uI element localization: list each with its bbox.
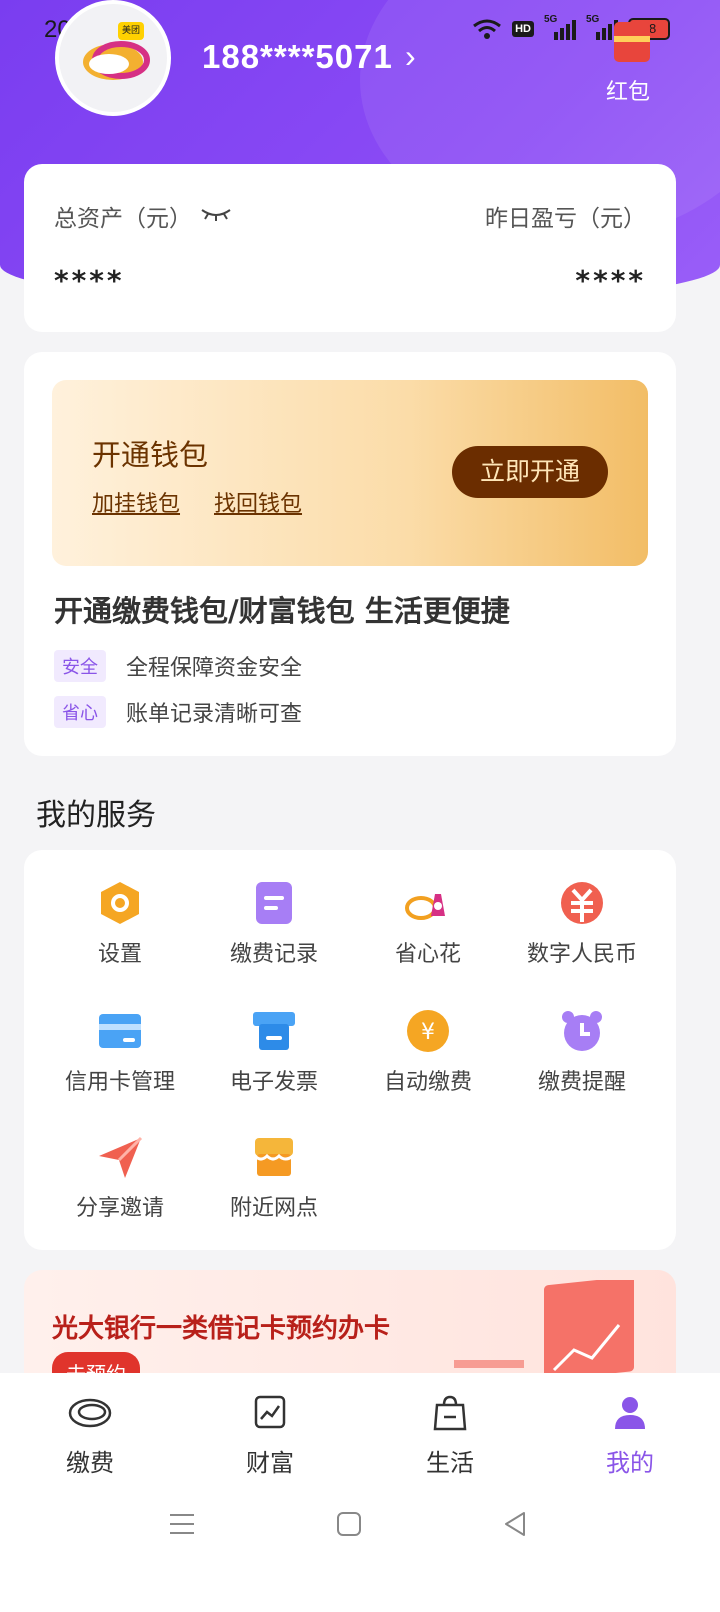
service-label: 信用卡管理 — [64, 1070, 175, 1095]
red-packet-icon[interactable] — [610, 22, 654, 66]
bottom-nav: 缴费 财富 生活 我的 — [0, 1373, 720, 1490]
meituan-badge: 美团 — [118, 22, 144, 40]
shopping-bag-icon — [433, 1395, 467, 1431]
service-credit-card[interactable]: 信用卡管理 — [40, 1008, 200, 1096]
red-packet-label[interactable]: 红包 — [606, 74, 650, 106]
chevron-right-icon[interactable]: › — [405, 38, 416, 75]
feature-text: 账单记录清晰可查 — [126, 702, 303, 727]
cloud-moneybag-icon — [405, 894, 445, 920]
feature-tag: 省心 — [54, 696, 106, 728]
profile-icon — [615, 1397, 645, 1429]
nav-item-wealth[interactable]: 财富 — [180, 1373, 360, 1490]
auto-pay-icon: ¥ — [407, 1010, 449, 1052]
total-assets-value: **** — [54, 264, 125, 297]
services-card: 设置 缴费记录 省心花 数字人民币 信用卡管理 电子发票 ¥ 自动缴费 缴费提醒… — [24, 850, 676, 1250]
services-title: 我的服务 — [36, 798, 156, 833]
asset-card: 总资产（元） 昨日盈亏（元） **** **** — [24, 164, 676, 332]
wallet-card: 开通钱包 加挂钱包 找回钱包 立即开通 开通缴费钱包/财富钱包 生活更便捷 安全… — [24, 352, 676, 756]
service-settings[interactable]: 设置 — [40, 880, 200, 968]
service-label: 电子发票 — [229, 1070, 318, 1095]
service-label: 自动缴费 — [383, 1070, 472, 1095]
hd-icon: HD — [512, 21, 534, 37]
wallet-title: 开通钱包 — [92, 438, 209, 472]
feature-row: 省心 账单记录清晰可查 — [54, 696, 302, 728]
back-icon[interactable] — [502, 1510, 528, 1538]
nav-item-mine[interactable]: 我的 — [540, 1373, 720, 1490]
nav-label: 财富 — [246, 1449, 294, 1477]
yesterday-pnl-label: 昨日盈亏（元） — [485, 206, 646, 232]
pay-cloud-icon — [68, 1398, 112, 1428]
promo-title: 光大银行一类借记卡预约办卡 — [52, 1314, 391, 1344]
service-label: 缴费提醒 — [537, 1070, 626, 1095]
nav-item-pay[interactable]: 缴费 — [0, 1373, 180, 1490]
wealth-chart-icon — [254, 1395, 286, 1429]
feature-text: 全程保障资金安全 — [126, 656, 303, 681]
feature-row: 安全 全程保障资金安全 — [54, 650, 302, 682]
digital-rmb-icon — [561, 882, 603, 924]
service-payment-record[interactable]: 缴费记录 — [194, 880, 354, 968]
open-wallet-button[interactable]: 立即开通 — [452, 446, 608, 498]
gear-icon — [101, 882, 139, 924]
nav-label: 缴费 — [66, 1449, 114, 1477]
system-nav-bar — [0, 1490, 720, 1612]
nav-item-life[interactable]: 生活 — [360, 1373, 540, 1490]
yesterday-pnl-value: **** — [575, 264, 646, 297]
share-icon — [99, 1136, 143, 1178]
home-icon[interactable] — [336, 1511, 362, 1537]
feature-tag: 安全 — [54, 650, 106, 682]
nav-label: 生活 — [426, 1449, 474, 1477]
wifi-icon — [473, 19, 502, 39]
service-e-invoice[interactable]: 电子发票 — [194, 1008, 354, 1096]
service-label: 设置 — [97, 942, 142, 967]
recover-wallet-link[interactable]: 找回钱包 — [214, 486, 302, 518]
nav-label: 我的 — [606, 1449, 654, 1477]
service-share-invite[interactable]: 分享邀请 — [40, 1134, 200, 1222]
alarm-clock-icon — [562, 1011, 602, 1051]
svg-text:¥: ¥ — [421, 1020, 435, 1045]
signal-icon: 5G — [544, 14, 576, 40]
service-label: 缴费记录 — [229, 942, 318, 967]
eye-closed-icon[interactable] — [200, 204, 232, 224]
wallet-slogan: 开通缴费钱包/财富钱包 生活更便捷 — [54, 594, 510, 628]
service-label: 分享邀请 — [75, 1196, 164, 1221]
service-label: 数字人民币 — [526, 942, 637, 967]
store-icon — [253, 1138, 294, 1176]
service-digital-rmb[interactable]: 数字人民币 — [502, 880, 662, 968]
total-assets-label: 总资产（元） — [54, 206, 192, 232]
user-phone[interactable]: 188****5071 — [202, 38, 393, 76]
record-icon — [256, 882, 292, 924]
service-label: 省心花 — [394, 942, 461, 967]
credit-card-icon — [99, 1014, 141, 1048]
service-nearby-outlets[interactable]: 附近网点 — [194, 1134, 354, 1222]
avatar-logo-icon — [83, 41, 150, 80]
wallet-banner: 开通钱包 加挂钱包 找回钱包 立即开通 — [52, 380, 648, 566]
service-shengxinhua[interactable]: 省心花 — [348, 880, 508, 968]
menu-icon[interactable] — [168, 1510, 196, 1538]
service-label: 附近网点 — [229, 1196, 318, 1221]
service-auto-pay[interactable]: ¥ 自动缴费 — [348, 1008, 508, 1096]
service-payment-reminder[interactable]: 缴费提醒 — [502, 1008, 662, 1096]
add-wallet-link[interactable]: 加挂钱包 — [92, 486, 180, 518]
avatar[interactable] — [55, 0, 171, 116]
invoice-icon — [253, 1012, 295, 1050]
